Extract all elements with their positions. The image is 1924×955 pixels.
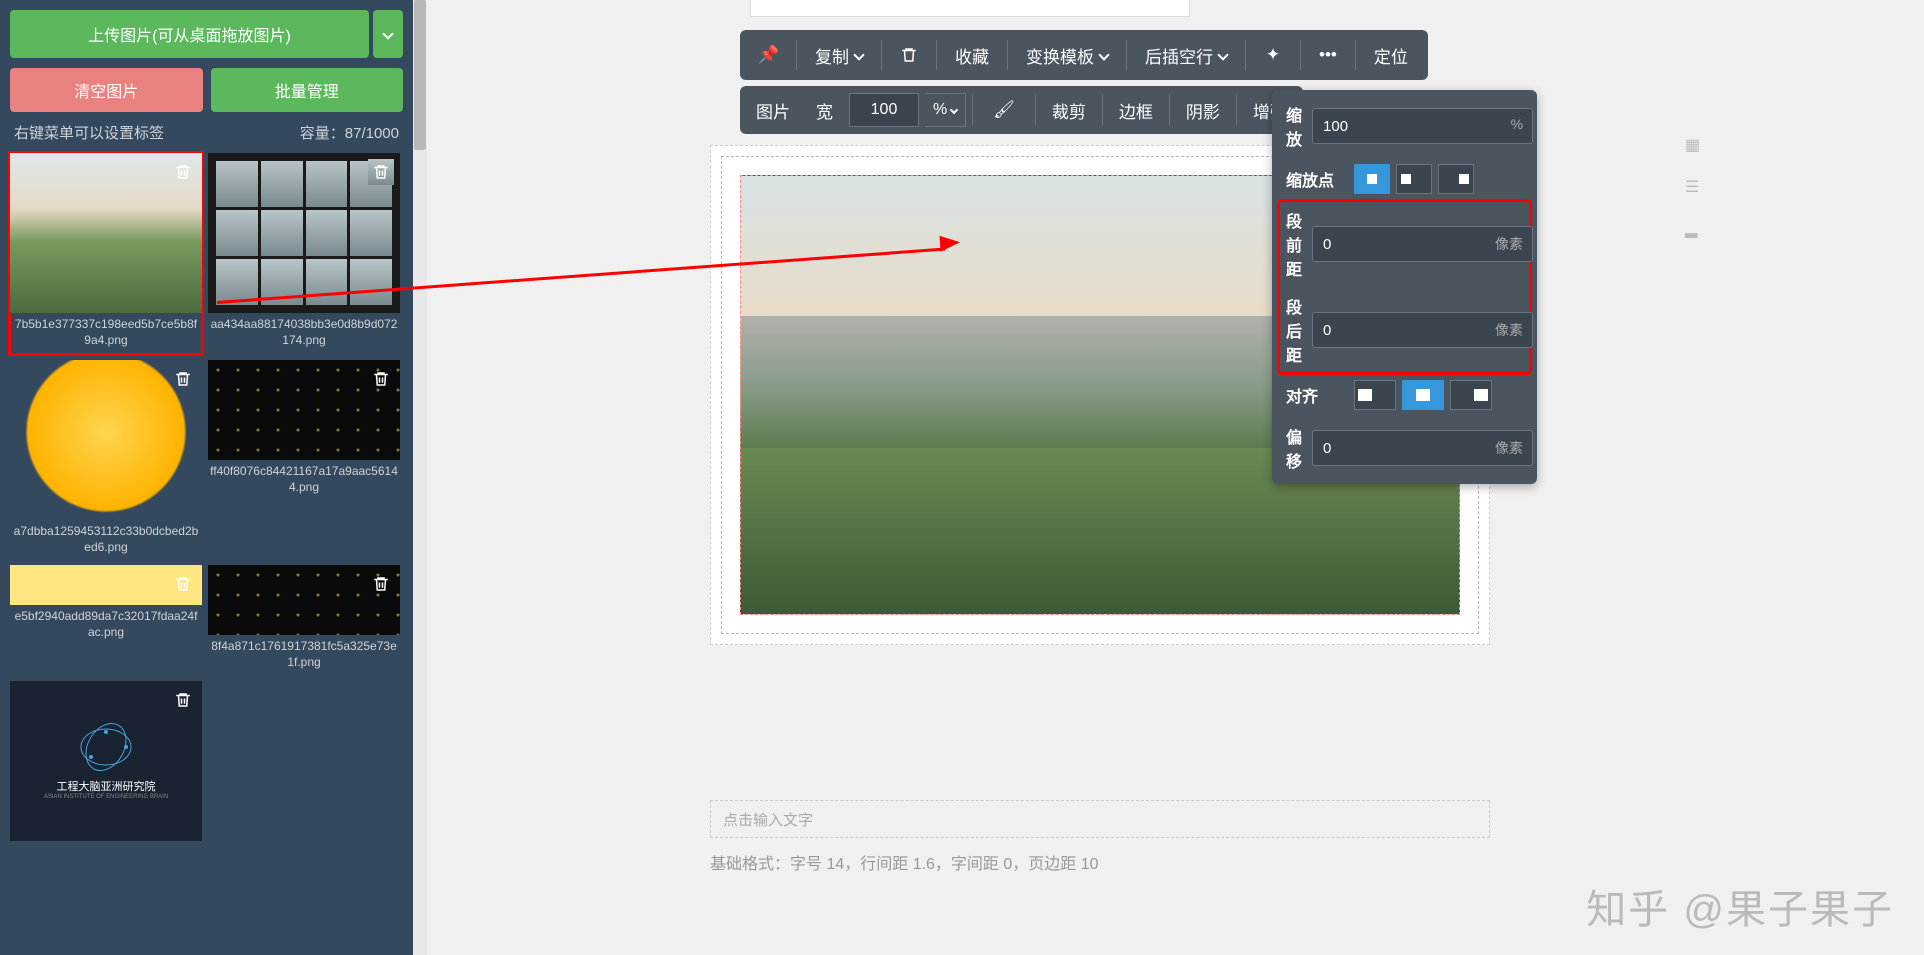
width-input[interactable] [849, 93, 919, 127]
thumbnail-item[interactable]: 7b5b1e377337c198eed5b7ce5b8f9a4.png [10, 153, 202, 354]
margin-highlight: 段前距 像素 段后距 像素 [1280, 202, 1529, 372]
thumbnail-image[interactable]: 工程大脑亚洲研究院ASIAN INSTITUTE OF ENGINEERING … [10, 681, 202, 841]
insert-blank-button[interactable]: 后插空行 [1131, 35, 1241, 76]
pin-icon: 📌 [760, 46, 778, 64]
width-unit-dropdown[interactable]: % [925, 93, 966, 127]
annotation-arrow-head [939, 234, 960, 251]
thumbnail-image[interactable] [10, 360, 202, 520]
thumbnail-item[interactable]: aa434aa88174038bb3e0d8b9d072174.png [208, 153, 400, 354]
crop-button[interactable]: 裁剪 [1042, 92, 1096, 129]
trash-icon [900, 45, 918, 65]
editor-canvas: 📌 复制 收藏 变换模板 后插空行 ✦ ••• 定位 图片 宽 % 🖌 裁剪 边… [440, 0, 1924, 955]
cursor-icon: ✦ [1264, 46, 1282, 64]
thumbnail-image[interactable] [208, 360, 400, 460]
thumbnail-item[interactable]: 工程大脑亚洲研究院ASIAN INSTITUTE OF ENGINEERING … [10, 681, 202, 841]
clear-images-button[interactable]: 清空图片 [10, 68, 203, 112]
thumbnail-delete-button[interactable] [170, 159, 196, 185]
thumbnail-item[interactable]: ff40f8076c84421167a17a9aac56144.png [208, 360, 400, 559]
chart-icon[interactable]: ▂ [1685, 219, 1709, 243]
thumbnail-delete-button[interactable] [170, 687, 196, 713]
locate-button[interactable]: 定位 [1360, 35, 1422, 76]
thumbnail-filename: ff40f8076c84421167a17a9aac56144.png [208, 460, 400, 499]
ellipsis-icon: ••• [1319, 45, 1337, 65]
format-painter-button[interactable]: 🖌 [979, 92, 1029, 128]
main-toolbar: 📌 复制 收藏 变换模板 后插空行 ✦ ••• 定位 [740, 30, 1428, 80]
batch-manage-button[interactable]: 批量管理 [211, 68, 404, 112]
border-button[interactable]: 边框 [1109, 92, 1163, 129]
thumbnail-delete-button[interactable] [368, 571, 394, 597]
upload-dropdown[interactable] [373, 10, 403, 58]
thumbnail-delete-button[interactable] [170, 571, 196, 597]
more-button[interactable]: ••• [1305, 37, 1351, 73]
thumbnail-filename: a7dbba1259453112c33b0dcbed2bed6.png [10, 520, 202, 559]
block-side-tools: ▦ ☰ ▂ [1685, 135, 1709, 243]
image-tab[interactable]: 图片 [746, 92, 800, 129]
thumbnail-item[interactable]: a7dbba1259453112c33b0dcbed2bed6.png [10, 360, 202, 559]
copy-button[interactable]: 复制 [801, 35, 877, 76]
align-right-button[interactable] [1450, 380, 1492, 410]
thumbnail-image[interactable] [10, 565, 202, 605]
align-left-button[interactable] [1354, 380, 1396, 410]
chevron-down-icon [853, 49, 864, 60]
chevron-down-icon [1217, 49, 1228, 60]
anchor-label: 缩放点 [1286, 167, 1344, 191]
pixel-unit: 像素 [1495, 320, 1523, 340]
delete-button[interactable] [886, 37, 932, 73]
base-format-text: 基础格式：字号 14，行间距 1.6，字间距 0，页边距 10 [710, 850, 1099, 874]
image-toolbar: 图片 宽 % 🖌 裁剪 边框 阴影 增强 [740, 86, 1303, 134]
margin-bottom-label: 段后距 [1286, 294, 1302, 366]
align-center-button[interactable] [1402, 380, 1444, 410]
thumbnail-delete-button[interactable] [368, 366, 394, 392]
thumbnail-filename: 7b5b1e377337c198eed5b7ce5b8f9a4.png [10, 313, 202, 354]
cursor-tool-button[interactable]: ✦ [1250, 38, 1296, 72]
anchor-left-button[interactable] [1396, 164, 1432, 194]
capacity-label: 容量：87/1000 [300, 122, 399, 143]
sidebar-hint: 右键菜单可以设置标签 [14, 122, 164, 143]
thumbnail-item[interactable]: 8f4a871c1761917381fc5a325e73e1f.png [208, 565, 400, 674]
pixel-unit: 像素 [1495, 438, 1523, 458]
thumbnail-filename: aa434aa88174038bb3e0d8b9d072174.png [208, 313, 400, 352]
thumbnail-image[interactable] [10, 153, 202, 313]
thumbnail-delete-button[interactable] [368, 159, 394, 185]
watermark: 知乎 @果子果子 [1586, 877, 1894, 935]
image-library-sidebar: 上传图片(可从桌面拖放图片) 清空图片 批量管理 右键菜单可以设置标签 容量：8… [0, 0, 413, 955]
offset-label: 偏移 [1286, 424, 1302, 472]
favorite-button[interactable]: 收藏 [941, 35, 1003, 76]
anchor-center-button[interactable] [1354, 164, 1390, 194]
thumbnail-filename: e5bf2940add89da7c32017fdaa24fac.png [10, 605, 202, 644]
scale-unit: % [1511, 116, 1523, 132]
chevron-down-icon [1098, 49, 1109, 60]
scale-input[interactable] [1312, 108, 1533, 144]
chevron-down-icon [382, 28, 393, 39]
thumbnail-grid: 7b5b1e377337c198eed5b7ce5b8f9a4.pngaa434… [10, 153, 403, 841]
grid-icon[interactable]: ▦ [1685, 135, 1709, 159]
align-label: 对齐 [1286, 383, 1344, 407]
shadow-button[interactable]: 阴影 [1176, 92, 1230, 129]
properties-panel: 缩放 % 缩放点 段前距 像素 段后距 [1272, 90, 1537, 484]
chevron-down-icon [950, 106, 958, 114]
top-panel-fragment [750, 0, 1190, 17]
thumbnail-filename: 8f4a871c1761917381fc5a325e73e1f.png [208, 635, 400, 674]
hash-icon[interactable]: ☰ [1685, 177, 1709, 201]
margin-top-label: 段前距 [1286, 208, 1302, 280]
thumbnail-delete-button[interactable] [170, 366, 196, 392]
thumbnail-item[interactable]: e5bf2940add89da7c32017fdaa24fac.png [10, 565, 202, 674]
upload-button[interactable]: 上传图片(可从桌面拖放图片) [10, 10, 369, 58]
pixel-unit: 像素 [1495, 234, 1523, 254]
width-label: 宽 [806, 92, 843, 129]
caption-input[interactable]: 点击输入文字 [710, 800, 1490, 838]
anchor-right-button[interactable] [1438, 164, 1474, 194]
thumbnail-image[interactable] [208, 565, 400, 635]
roller-icon: 🖌 [993, 100, 1015, 120]
scale-label: 缩放 [1286, 102, 1302, 150]
change-template-button[interactable]: 变换模板 [1012, 35, 1122, 76]
pin-button[interactable]: 📌 [746, 38, 792, 72]
sidebar-scrollbar-thumb[interactable] [414, 0, 426, 150]
